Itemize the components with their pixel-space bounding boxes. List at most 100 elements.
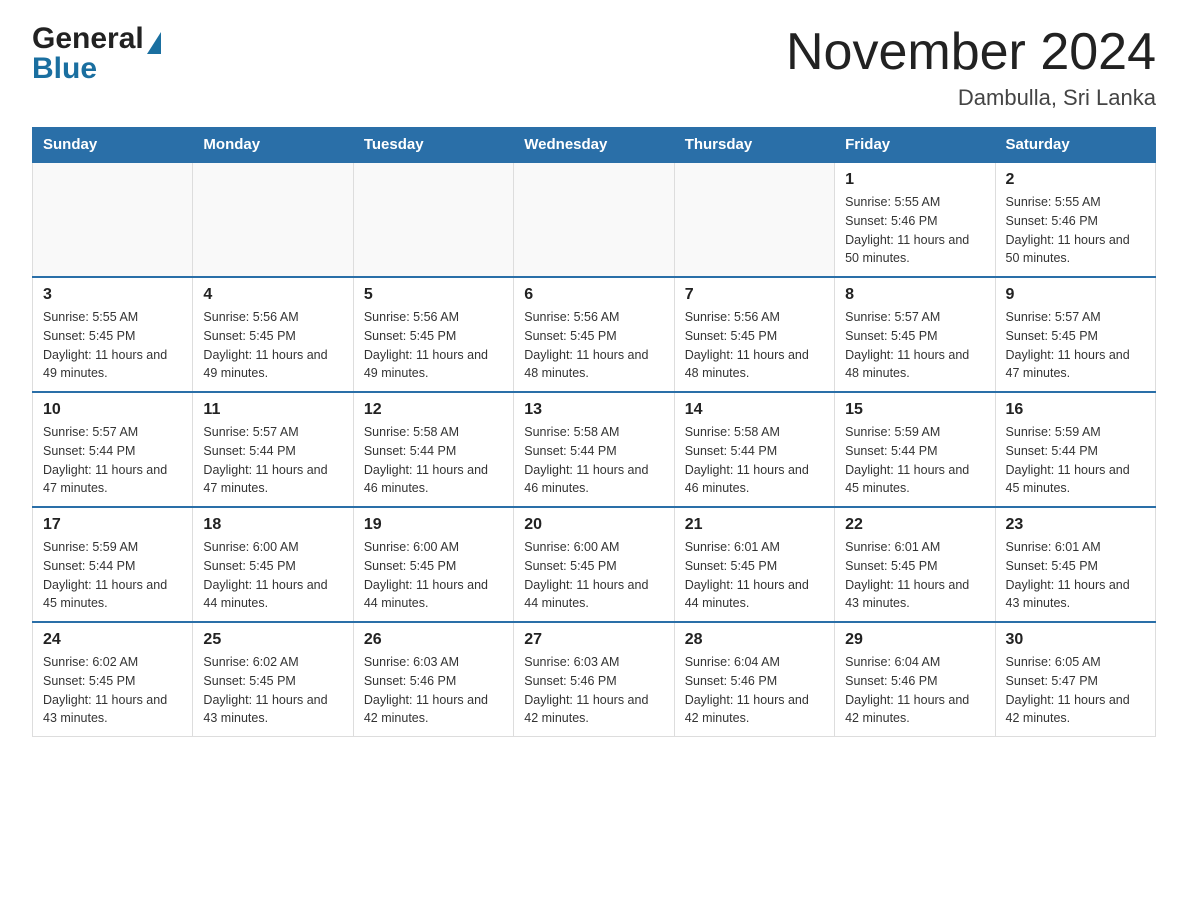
day-info: Sunrise: 5:57 AMSunset: 5:44 PMDaylight:… bbox=[203, 423, 342, 498]
day-info: Sunrise: 5:59 AMSunset: 5:44 PMDaylight:… bbox=[845, 423, 984, 498]
day-info: Sunrise: 5:58 AMSunset: 5:44 PMDaylight:… bbox=[364, 423, 503, 498]
day-number: 22 bbox=[845, 516, 984, 534]
logo-general-text: General bbox=[32, 24, 144, 54]
calendar-week-row: 10 Sunrise: 5:57 AMSunset: 5:44 PMDaylig… bbox=[33, 392, 1156, 507]
day-info: Sunrise: 6:01 AMSunset: 5:45 PMDaylight:… bbox=[1006, 538, 1145, 613]
day-number: 5 bbox=[364, 286, 503, 304]
calendar-cell: 22 Sunrise: 6:01 AMSunset: 5:45 PMDaylig… bbox=[835, 507, 995, 622]
day-info: Sunrise: 5:59 AMSunset: 5:44 PMDaylight:… bbox=[1006, 423, 1145, 498]
day-info: Sunrise: 5:57 AMSunset: 5:45 PMDaylight:… bbox=[845, 308, 984, 383]
day-info: Sunrise: 6:05 AMSunset: 5:47 PMDaylight:… bbox=[1006, 653, 1145, 728]
day-number: 3 bbox=[43, 286, 182, 304]
day-number: 1 bbox=[845, 171, 984, 189]
day-info: Sunrise: 6:03 AMSunset: 5:46 PMDaylight:… bbox=[364, 653, 503, 728]
day-number: 24 bbox=[43, 631, 182, 649]
calendar-cell: 18 Sunrise: 6:00 AMSunset: 5:45 PMDaylig… bbox=[193, 507, 353, 622]
calendar-cell: 29 Sunrise: 6:04 AMSunset: 5:46 PMDaylig… bbox=[835, 622, 995, 737]
day-info: Sunrise: 5:56 AMSunset: 5:45 PMDaylight:… bbox=[685, 308, 824, 383]
calendar-week-row: 1 Sunrise: 5:55 AMSunset: 5:46 PMDayligh… bbox=[33, 162, 1156, 277]
calendar-cell: 13 Sunrise: 5:58 AMSunset: 5:44 PMDaylig… bbox=[514, 392, 674, 507]
calendar-cell: 5 Sunrise: 5:56 AMSunset: 5:45 PMDayligh… bbox=[353, 277, 513, 392]
col-header-wednesday: Wednesday bbox=[514, 128, 674, 163]
calendar-cell: 7 Sunrise: 5:56 AMSunset: 5:45 PMDayligh… bbox=[674, 277, 834, 392]
calendar-cell: 26 Sunrise: 6:03 AMSunset: 5:46 PMDaylig… bbox=[353, 622, 513, 737]
calendar-cell: 15 Sunrise: 5:59 AMSunset: 5:44 PMDaylig… bbox=[835, 392, 995, 507]
calendar-table: SundayMondayTuesdayWednesdayThursdayFrid… bbox=[32, 127, 1156, 737]
calendar-cell: 19 Sunrise: 6:00 AMSunset: 5:45 PMDaylig… bbox=[353, 507, 513, 622]
day-number: 9 bbox=[1006, 286, 1145, 304]
day-number: 30 bbox=[1006, 631, 1145, 649]
day-number: 6 bbox=[524, 286, 663, 304]
day-number: 11 bbox=[203, 401, 342, 419]
page-header: General Blue November 2024 Dambulla, Sri… bbox=[32, 24, 1156, 111]
day-info: Sunrise: 5:55 AMSunset: 5:45 PMDaylight:… bbox=[43, 308, 182, 383]
calendar-cell: 11 Sunrise: 5:57 AMSunset: 5:44 PMDaylig… bbox=[193, 392, 353, 507]
day-number: 8 bbox=[845, 286, 984, 304]
day-number: 20 bbox=[524, 516, 663, 534]
day-number: 19 bbox=[364, 516, 503, 534]
calendar-cell: 30 Sunrise: 6:05 AMSunset: 5:47 PMDaylig… bbox=[995, 622, 1155, 737]
calendar-cell: 25 Sunrise: 6:02 AMSunset: 5:45 PMDaylig… bbox=[193, 622, 353, 737]
calendar-cell: 4 Sunrise: 5:56 AMSunset: 5:45 PMDayligh… bbox=[193, 277, 353, 392]
calendar-cell: 9 Sunrise: 5:57 AMSunset: 5:45 PMDayligh… bbox=[995, 277, 1155, 392]
calendar-cell: 14 Sunrise: 5:58 AMSunset: 5:44 PMDaylig… bbox=[674, 392, 834, 507]
col-header-thursday: Thursday bbox=[674, 128, 834, 163]
day-info: Sunrise: 6:02 AMSunset: 5:45 PMDaylight:… bbox=[203, 653, 342, 728]
calendar-cell: 6 Sunrise: 5:56 AMSunset: 5:45 PMDayligh… bbox=[514, 277, 674, 392]
calendar-cell bbox=[514, 162, 674, 277]
day-info: Sunrise: 6:01 AMSunset: 5:45 PMDaylight:… bbox=[685, 538, 824, 613]
day-number: 28 bbox=[685, 631, 824, 649]
day-info: Sunrise: 5:56 AMSunset: 5:45 PMDaylight:… bbox=[364, 308, 503, 383]
calendar-week-row: 3 Sunrise: 5:55 AMSunset: 5:45 PMDayligh… bbox=[33, 277, 1156, 392]
col-header-sunday: Sunday bbox=[33, 128, 193, 163]
month-year-title: November 2024 bbox=[786, 24, 1156, 81]
calendar-cell bbox=[674, 162, 834, 277]
day-number: 2 bbox=[1006, 171, 1145, 189]
day-info: Sunrise: 5:57 AMSunset: 5:45 PMDaylight:… bbox=[1006, 308, 1145, 383]
day-info: Sunrise: 6:01 AMSunset: 5:45 PMDaylight:… bbox=[845, 538, 984, 613]
day-number: 14 bbox=[685, 401, 824, 419]
day-number: 7 bbox=[685, 286, 824, 304]
calendar-cell: 20 Sunrise: 6:00 AMSunset: 5:45 PMDaylig… bbox=[514, 507, 674, 622]
day-info: Sunrise: 5:56 AMSunset: 5:45 PMDaylight:… bbox=[524, 308, 663, 383]
calendar-cell: 17 Sunrise: 5:59 AMSunset: 5:44 PMDaylig… bbox=[33, 507, 193, 622]
day-number: 26 bbox=[364, 631, 503, 649]
calendar-cell: 8 Sunrise: 5:57 AMSunset: 5:45 PMDayligh… bbox=[835, 277, 995, 392]
day-number: 25 bbox=[203, 631, 342, 649]
logo-blue-text: Blue bbox=[32, 54, 97, 84]
day-info: Sunrise: 5:58 AMSunset: 5:44 PMDaylight:… bbox=[685, 423, 824, 498]
day-info: Sunrise: 5:58 AMSunset: 5:44 PMDaylight:… bbox=[524, 423, 663, 498]
calendar-cell: 1 Sunrise: 5:55 AMSunset: 5:46 PMDayligh… bbox=[835, 162, 995, 277]
day-info: Sunrise: 6:04 AMSunset: 5:46 PMDaylight:… bbox=[845, 653, 984, 728]
calendar-cell bbox=[193, 162, 353, 277]
calendar-cell: 10 Sunrise: 5:57 AMSunset: 5:44 PMDaylig… bbox=[33, 392, 193, 507]
calendar-cell: 28 Sunrise: 6:04 AMSunset: 5:46 PMDaylig… bbox=[674, 622, 834, 737]
day-number: 12 bbox=[364, 401, 503, 419]
calendar-cell: 3 Sunrise: 5:55 AMSunset: 5:45 PMDayligh… bbox=[33, 277, 193, 392]
day-number: 17 bbox=[43, 516, 182, 534]
calendar-week-row: 24 Sunrise: 6:02 AMSunset: 5:45 PMDaylig… bbox=[33, 622, 1156, 737]
day-info: Sunrise: 5:55 AMSunset: 5:46 PMDaylight:… bbox=[845, 193, 984, 268]
day-number: 21 bbox=[685, 516, 824, 534]
day-info: Sunrise: 6:04 AMSunset: 5:46 PMDaylight:… bbox=[685, 653, 824, 728]
calendar-cell: 12 Sunrise: 5:58 AMSunset: 5:44 PMDaylig… bbox=[353, 392, 513, 507]
day-number: 4 bbox=[203, 286, 342, 304]
calendar-week-row: 17 Sunrise: 5:59 AMSunset: 5:44 PMDaylig… bbox=[33, 507, 1156, 622]
day-info: Sunrise: 5:55 AMSunset: 5:46 PMDaylight:… bbox=[1006, 193, 1145, 268]
calendar-cell: 24 Sunrise: 6:02 AMSunset: 5:45 PMDaylig… bbox=[33, 622, 193, 737]
location-title: Dambulla, Sri Lanka bbox=[786, 85, 1156, 111]
col-header-saturday: Saturday bbox=[995, 128, 1155, 163]
day-number: 16 bbox=[1006, 401, 1145, 419]
day-number: 27 bbox=[524, 631, 663, 649]
calendar-cell: 21 Sunrise: 6:01 AMSunset: 5:45 PMDaylig… bbox=[674, 507, 834, 622]
calendar-cell: 2 Sunrise: 5:55 AMSunset: 5:46 PMDayligh… bbox=[995, 162, 1155, 277]
logo: General Blue bbox=[32, 24, 161, 84]
day-number: 10 bbox=[43, 401, 182, 419]
day-number: 29 bbox=[845, 631, 984, 649]
calendar-cell: 16 Sunrise: 5:59 AMSunset: 5:44 PMDaylig… bbox=[995, 392, 1155, 507]
header-right: November 2024 Dambulla, Sri Lanka bbox=[786, 24, 1156, 111]
col-header-tuesday: Tuesday bbox=[353, 128, 513, 163]
col-header-monday: Monday bbox=[193, 128, 353, 163]
calendar-header-row: SundayMondayTuesdayWednesdayThursdayFrid… bbox=[33, 128, 1156, 163]
calendar-cell: 23 Sunrise: 6:01 AMSunset: 5:45 PMDaylig… bbox=[995, 507, 1155, 622]
